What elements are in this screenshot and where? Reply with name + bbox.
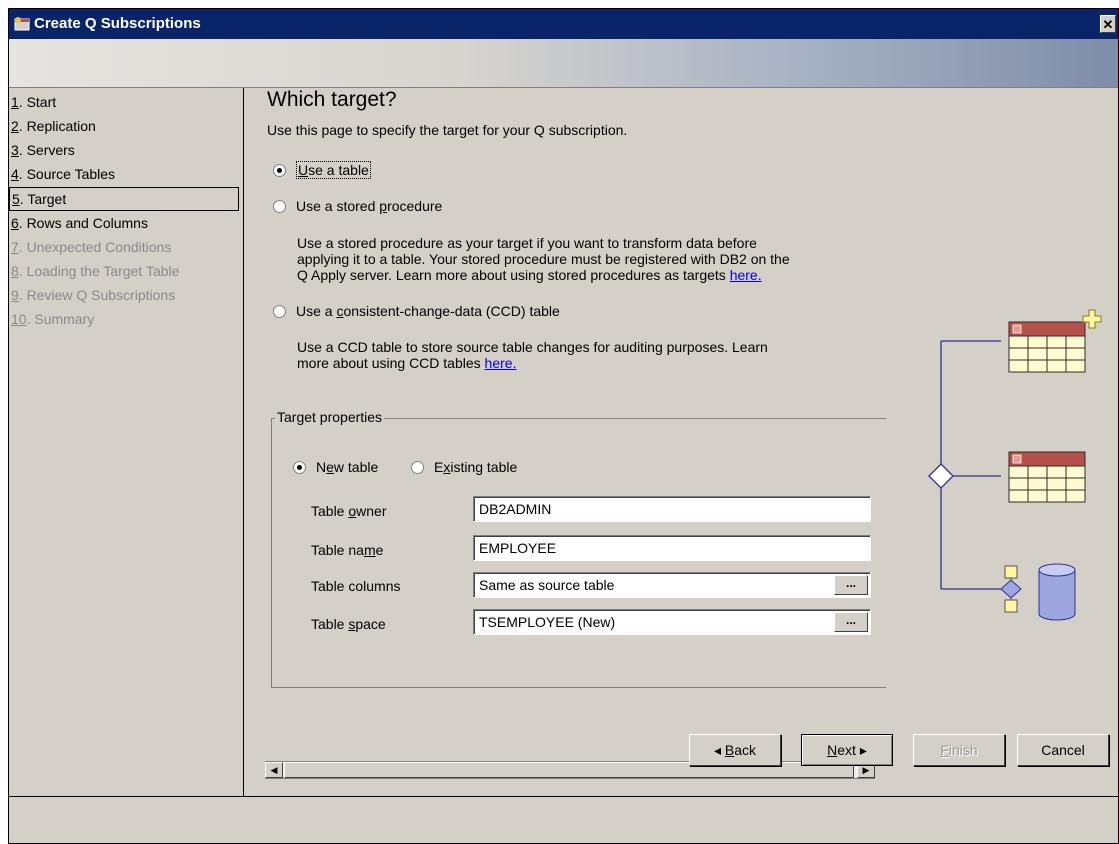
table-name-label: Table name (311, 542, 384, 558)
table-space-value: TSEMPLOYEE (New) (479, 614, 616, 630)
nav-step-replication[interactable]: 2. Replication (9, 115, 239, 139)
table-owner-input[interactable]: DB2ADMIN (473, 496, 871, 522)
diagram-connector-lines (940, 340, 1001, 590)
existing-table-radio[interactable]: Existing table (411, 459, 517, 475)
stored-procedure-description: Use a stored procedure as your target if… (297, 235, 790, 283)
table-space-label: Table space (311, 616, 386, 632)
nav-step-servers[interactable]: 3. Servers (9, 139, 239, 163)
table-columns-label: Table columns (311, 578, 401, 594)
nav-step-target[interactable]: 5. Target (9, 187, 239, 211)
finish-button: Finish (913, 734, 1005, 766)
nav-step-unexpected-conditions: 7. Unexpected Conditions (11, 239, 172, 255)
cancel-button[interactable]: Cancel (1017, 734, 1109, 766)
table-space-browse-button[interactable]: ... (834, 612, 868, 632)
use-ccd-table-radio[interactable]: Use a consistent-change-data (CCD) table (273, 303, 560, 319)
nav-step-source-tables[interactable]: 4. Source Tables (9, 163, 239, 187)
target-properties-legend: Target properties (275, 409, 385, 425)
wizard-steps-nav: 1. Start 2. Replication 3. Servers 4. So… (9, 88, 244, 796)
app-icon (14, 17, 30, 31)
table-owner-label: Table owner (311, 503, 387, 519)
nav-step-summary: 10. Summary (11, 311, 95, 327)
table-space-field[interactable]: TSEMPLOYEE (New) ... (473, 609, 871, 635)
title-bar[interactable]: Create Q Subscriptions ✕ (9, 9, 1118, 39)
window-title: Create Q Subscriptions (34, 15, 201, 32)
diagram-branch-diamond-icon (928, 463, 954, 489)
nav-step-loading-target-table: 8. Loading the Target Table (11, 263, 180, 279)
horizontal-scrollbar[interactable]: ◀ ▶ (265, 761, 875, 779)
table-columns-browse-button[interactable]: ... (834, 575, 868, 595)
nav-step-review-q-subscriptions: 9. Review Q Subscriptions (11, 287, 176, 303)
use-table-radio[interactable]: Use a table (273, 161, 371, 179)
close-icon[interactable]: ✕ (1100, 15, 1116, 33)
new-table-radio[interactable]: New table (293, 459, 378, 475)
ccd-description: Use a CCD table to store source table ch… (297, 339, 768, 371)
target-table-icon (1008, 451, 1086, 503)
wizard-body: 1. Start 2. Replication 3. Servers 4. So… (9, 87, 1118, 797)
page-subtitle: Use this page to specify the target for … (267, 122, 628, 138)
header-banner (9, 39, 1118, 87)
stored-procedure-database-icon (1000, 563, 1076, 621)
radio-indicator[interactable] (273, 164, 286, 177)
table-columns-value: Same as source table (479, 577, 615, 593)
scroll-left-icon[interactable]: ◀ (265, 762, 283, 778)
back-button[interactable]: ◂ Back (689, 734, 781, 766)
nav-step-start[interactable]: 1. Start (9, 91, 239, 115)
use-table-label: Use a table (296, 161, 371, 179)
nav-step-rows-and-columns[interactable]: 6. Rows and Columns (9, 212, 239, 236)
radio-indicator[interactable] (411, 461, 424, 474)
ccd-here-link[interactable]: here. (485, 355, 517, 371)
table-columns-field[interactable]: Same as source table ... (473, 572, 871, 598)
page-title: Which target? (267, 88, 397, 111)
create-q-subscriptions-window: Create Q Subscriptions ✕ 1. Start 2. Rep… (8, 8, 1119, 844)
use-stored-procedure-radio[interactable]: Use a stored procedure (273, 198, 442, 214)
next-button[interactable]: Next ▸ (801, 734, 893, 766)
target-page: Which target? Use this page to specify t… (245, 88, 1119, 796)
radio-indicator[interactable] (293, 461, 306, 474)
stored-procedure-here-link[interactable]: here. (730, 267, 762, 283)
radio-indicator[interactable] (273, 305, 286, 318)
target-table-add-icon (1008, 309, 1102, 373)
radio-indicator[interactable] (273, 200, 286, 213)
target-options-diagram (928, 309, 1102, 621)
table-name-input[interactable]: EMPLOYEE (473, 535, 871, 561)
